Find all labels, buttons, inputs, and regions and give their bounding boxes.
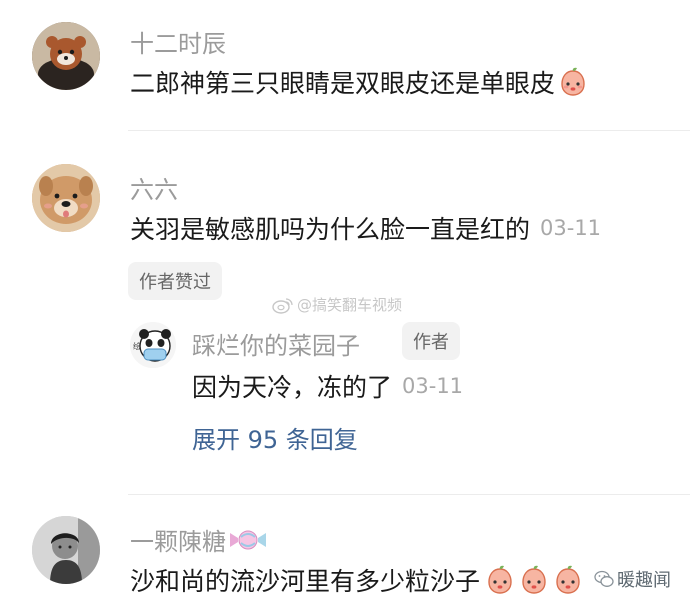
wechat-watermark: 暖趣闻 (594, 566, 671, 592)
username-text: 一颗陳糖 (130, 528, 226, 556)
comment-text: 关羽是敏感肌吗为什么脸一直是红的 03-11 (130, 210, 601, 246)
author-tag: 作者 (402, 322, 460, 360)
reply-username[interactable]: 踩烂你的菜园子 (192, 326, 360, 361)
username[interactable]: 十二时辰 (130, 24, 226, 59)
weibo-logo-icon (272, 297, 293, 314)
peach-face-emoji-icon (518, 564, 550, 596)
peach-face-emoji-icon (552, 564, 584, 596)
comment-body: 二郎神第三只眼睛是双眼皮还是单眼皮 (130, 69, 556, 98)
peach-face-emoji-icon (484, 564, 516, 596)
wechat-logo-icon (594, 570, 614, 587)
reply-avatar[interactable]: 绘 (130, 322, 176, 368)
username[interactable]: 六六 (130, 170, 178, 205)
comment-body: 沙和尚的流沙河里有多少粒沙子 (130, 567, 481, 596)
candy-icon (230, 530, 266, 549)
reply-date: 03-11 (402, 374, 464, 398)
avatar[interactable] (32, 516, 100, 584)
username[interactable]: 一颗陳糖 (130, 522, 268, 557)
divider (128, 494, 690, 495)
comment-date: 03-11 (540, 216, 602, 240)
divider (128, 130, 690, 131)
weibo-watermark: @搞笑翻车视频 (272, 294, 402, 315)
avatar[interactable] (32, 22, 100, 90)
weibo-watermark-text: @搞笑翻车视频 (297, 296, 403, 314)
comment-text: 沙和尚的流沙河里有多少粒沙子 (130, 562, 584, 598)
expand-replies-link[interactable]: 展开 95 条回复 (192, 420, 358, 455)
peach-face-emoji-icon (557, 66, 589, 98)
comment-text: 二郎神第三只眼睛是双眼皮还是单眼皮 (130, 64, 589, 100)
reply-text: 因为天冷，冻的了 03-11 (192, 368, 463, 404)
comment-body: 关羽是敏感肌吗为什么脸一直是红的 (130, 215, 531, 244)
wechat-watermark-text: 暖趣闻 (617, 570, 671, 591)
svg-text:绘: 绘 (133, 341, 141, 351)
avatar[interactable] (32, 164, 100, 232)
reply-body: 因为天冷，冻的了 (192, 373, 393, 402)
author-liked-badge: 作者赞过 (128, 262, 222, 300)
